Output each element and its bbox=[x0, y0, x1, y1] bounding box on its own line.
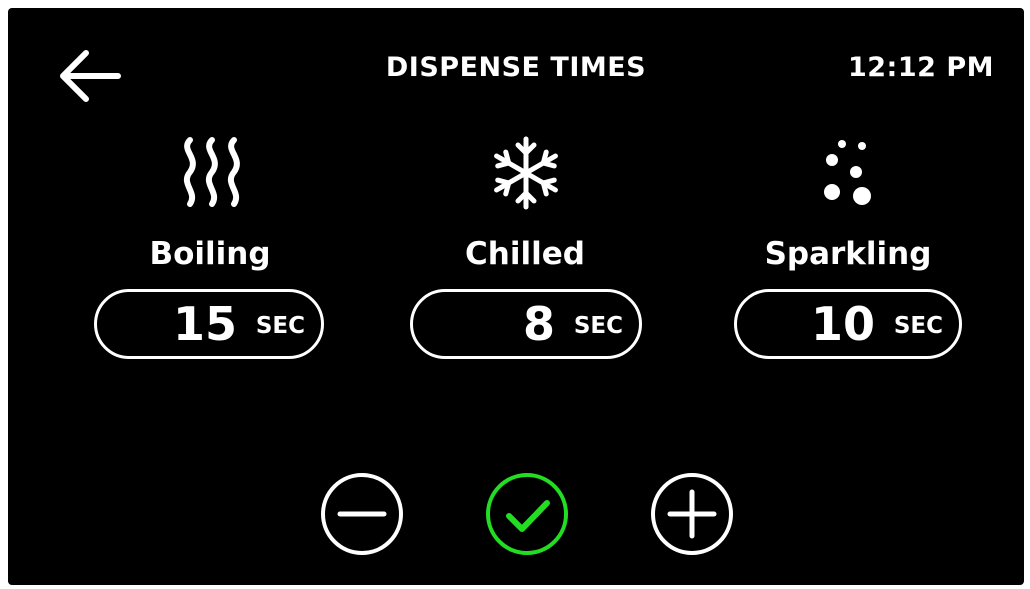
minus-icon bbox=[321, 473, 403, 555]
sparkling-label: Sparkling bbox=[764, 236, 932, 272]
boiling-time-field[interactable]: 15 SEC bbox=[94, 289, 324, 359]
decrease-button[interactable] bbox=[320, 472, 404, 560]
boiling-time-value: 15 bbox=[172, 297, 237, 351]
dispense-times-screen: DISPENSE TIMES 12:12 PM Boiling 15 SEC C… bbox=[8, 8, 1024, 585]
boiling-label: Boiling bbox=[149, 236, 271, 272]
chilled-label: Chilled bbox=[465, 236, 585, 272]
increase-button[interactable] bbox=[650, 472, 734, 560]
sparkling-time-field[interactable]: 10 SEC bbox=[734, 289, 962, 359]
plus-icon bbox=[651, 473, 733, 555]
sparkling-time-unit: SEC bbox=[893, 313, 943, 339]
check-icon bbox=[486, 473, 568, 555]
snowflake-icon bbox=[488, 135, 564, 215]
bubbles-icon bbox=[820, 134, 880, 214]
chilled-time-unit: SEC bbox=[573, 313, 623, 339]
boiling-time-unit: SEC bbox=[255, 313, 305, 339]
sparkling-time-value: 10 bbox=[810, 297, 875, 351]
steam-icon bbox=[172, 136, 252, 212]
chilled-time-field[interactable]: 8 SEC bbox=[410, 289, 642, 359]
clock-time: 12:12 PM bbox=[847, 52, 994, 83]
chilled-time-value: 8 bbox=[522, 297, 555, 351]
confirm-button[interactable] bbox=[485, 472, 569, 560]
